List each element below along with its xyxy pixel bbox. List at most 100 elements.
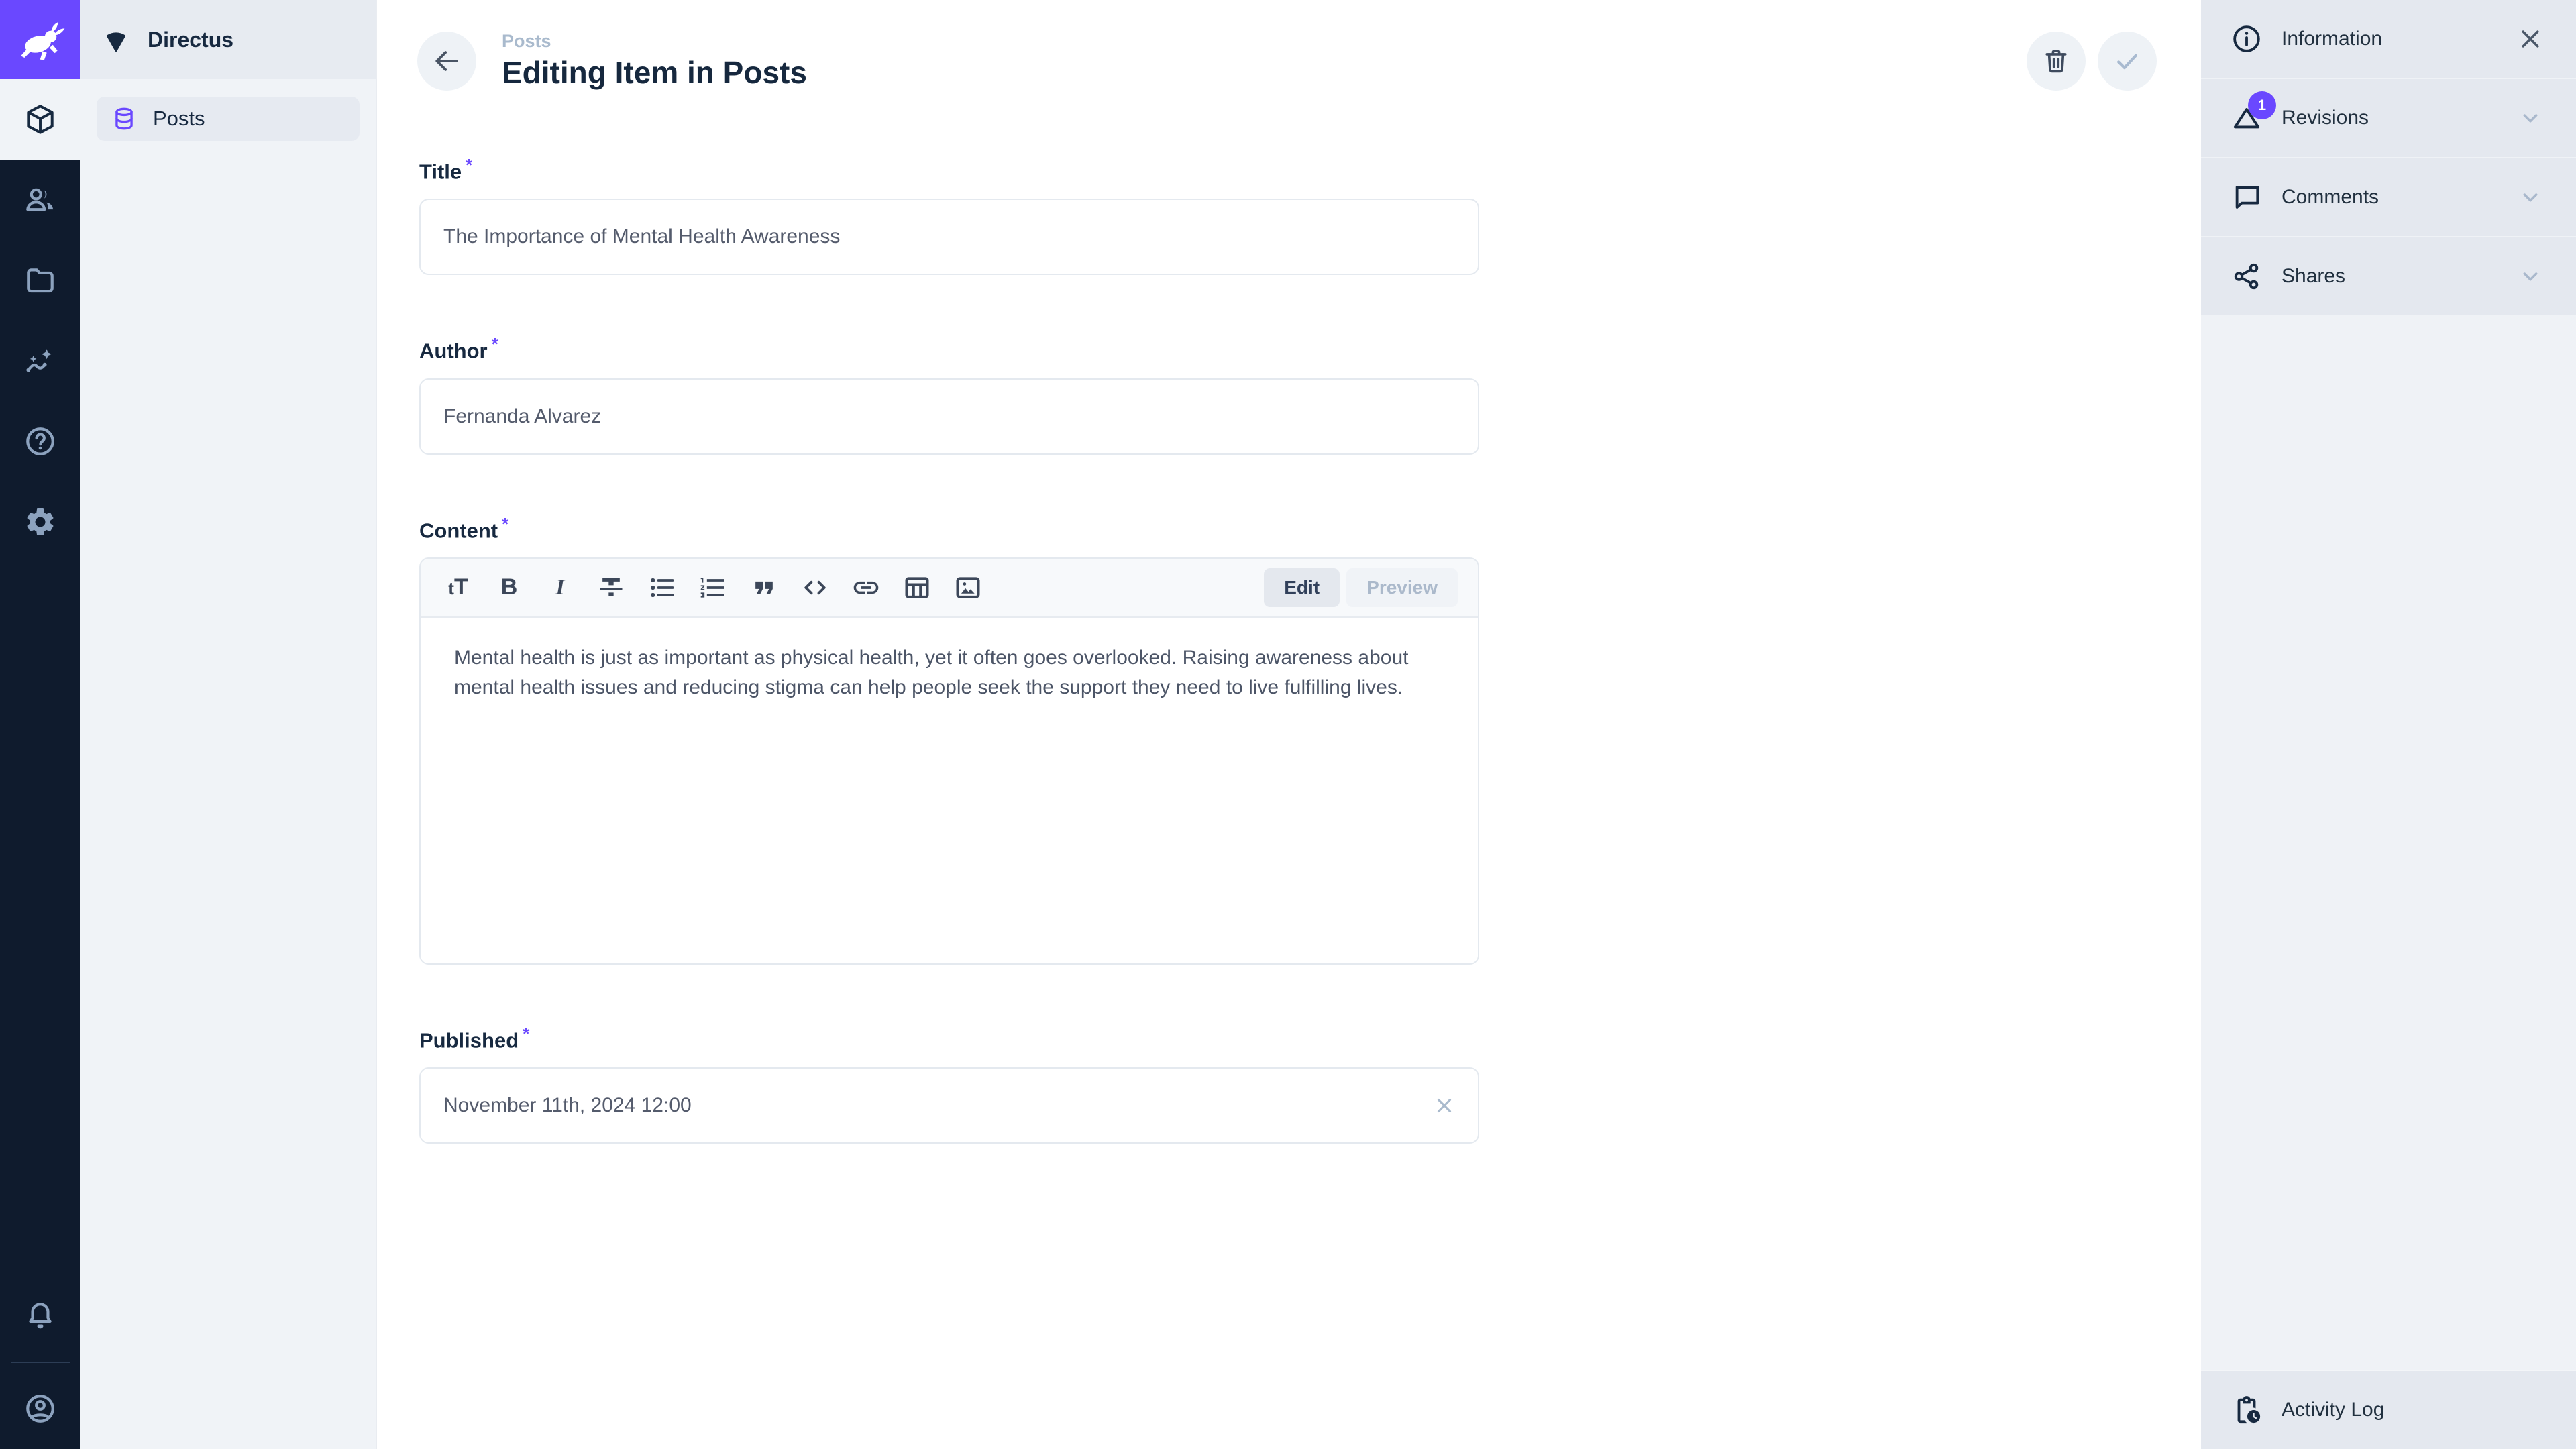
breadcrumb[interactable]: Posts xyxy=(502,31,807,52)
sidebar-section-label: Information xyxy=(2282,28,2382,50)
chevron-down-icon xyxy=(2518,184,2543,210)
module-files-button[interactable] xyxy=(0,240,80,321)
nav-item-label: Posts xyxy=(153,107,205,131)
link-icon xyxy=(851,573,881,602)
sidebar-section-label: Comments xyxy=(2282,186,2379,209)
module-docs-button[interactable] xyxy=(0,401,80,482)
notifications-button[interactable] xyxy=(0,1276,80,1356)
activity-log-label: Activity Log xyxy=(2282,1399,2384,1421)
heading-icon: tT xyxy=(448,574,468,600)
sidebar-section-label: Revisions xyxy=(2282,107,2369,129)
tab-edit[interactable]: Edit xyxy=(1264,568,1340,607)
sidebar-section-revisions[interactable]: 1 Revisions xyxy=(2201,79,2576,158)
module-bar-divider xyxy=(11,1362,70,1363)
comment-icon xyxy=(2229,180,2264,215)
sidebar-section-information[interactable]: Information xyxy=(2201,0,2576,79)
clear-date-button[interactable] xyxy=(1426,1087,1463,1124)
expand-comments-button[interactable] xyxy=(2513,180,2548,215)
numbered-list-button[interactable] xyxy=(688,566,739,609)
module-settings-button[interactable] xyxy=(0,482,80,562)
gear-icon xyxy=(23,505,57,539)
module-bar xyxy=(0,0,80,1449)
project-header[interactable]: Directus xyxy=(80,0,376,79)
editor-tabs: Edit Preview xyxy=(1264,568,1458,607)
revisions-icon: 1 xyxy=(2229,101,2264,136)
account-icon xyxy=(23,1392,57,1426)
bold-button[interactable]: B xyxy=(484,566,535,609)
strikethrough-button[interactable] xyxy=(586,566,637,609)
module-users-button[interactable] xyxy=(0,160,80,240)
box-icon xyxy=(23,103,57,136)
bullet-list-button[interactable] xyxy=(637,566,688,609)
close-icon xyxy=(1433,1094,1456,1117)
right-sidebar: Information 1 Revisions xyxy=(2201,0,2576,1449)
rabbit-logo-icon xyxy=(15,15,65,64)
field-published: Published* xyxy=(419,1024,1479,1144)
sidebar-section-shares[interactable]: Shares xyxy=(2201,237,2576,317)
delete-item-button[interactable] xyxy=(2027,32,2086,91)
title-input[interactable] xyxy=(419,199,1479,275)
published-input[interactable] xyxy=(419,1067,1479,1144)
module-insights-button[interactable] xyxy=(0,321,80,401)
image-button[interactable] xyxy=(943,566,994,609)
collection-nav: Directus Posts xyxy=(80,0,377,1449)
directus-logo[interactable] xyxy=(0,0,80,79)
tab-preview[interactable]: Preview xyxy=(1346,568,1458,607)
bold-icon: B xyxy=(501,574,518,600)
image-icon xyxy=(953,573,983,602)
expand-shares-button[interactable] xyxy=(2513,259,2548,294)
activity-log-icon xyxy=(2229,1393,2264,1428)
blockquote-button[interactable] xyxy=(739,566,790,609)
expand-revisions-button[interactable] xyxy=(2513,101,2548,136)
project-name: Directus xyxy=(148,28,233,52)
numbered-list-icon xyxy=(698,573,728,602)
required-marker: * xyxy=(502,514,508,534)
trash-icon xyxy=(2041,46,2071,76)
italic-button[interactable]: I xyxy=(535,566,586,609)
users-icon xyxy=(23,183,57,217)
info-icon xyxy=(2229,21,2264,56)
revisions-count-badge: 1 xyxy=(2248,91,2276,119)
folder-icon xyxy=(23,264,57,297)
field-label: Title* xyxy=(419,155,1479,184)
sidebar-section-comments[interactable]: Comments xyxy=(2201,158,2576,237)
editor-toolbar: tT B I xyxy=(421,559,1478,618)
required-marker: * xyxy=(523,1024,529,1044)
content-textarea[interactable]: Mental health is just as important as ph… xyxy=(421,618,1478,963)
field-author: Author* xyxy=(419,334,1479,454)
field-label: Published* xyxy=(419,1024,1479,1053)
sidebar-section-label: Shares xyxy=(2282,265,2345,288)
field-title: Title* xyxy=(419,155,1479,275)
sidebar-spacer xyxy=(2201,317,2576,1370)
close-icon xyxy=(2517,25,2544,52)
chevron-down-icon xyxy=(2518,105,2543,131)
code-icon xyxy=(800,573,830,602)
code-button[interactable] xyxy=(790,566,841,609)
check-icon xyxy=(2112,46,2142,76)
back-button[interactable] xyxy=(417,32,476,91)
close-sidebar-button[interactable] xyxy=(2513,21,2548,56)
save-button[interactable] xyxy=(2098,32,2157,91)
heading-button[interactable]: tT xyxy=(433,566,484,609)
bullet-list-icon xyxy=(647,573,677,602)
bell-icon xyxy=(23,1299,57,1333)
required-marker: * xyxy=(466,155,472,175)
required-marker: * xyxy=(492,334,498,354)
field-label: Content* xyxy=(419,514,1479,543)
table-button[interactable] xyxy=(892,566,943,609)
database-icon xyxy=(111,106,137,131)
item-form: Title* Author* Content* tT B I xyxy=(419,155,1479,1144)
project-icon xyxy=(102,25,130,54)
arrow-left-icon xyxy=(432,46,462,76)
markdown-editor: tT B I xyxy=(419,557,1479,965)
link-button[interactable] xyxy=(841,566,892,609)
quote-icon xyxy=(749,573,779,602)
nav-item-posts[interactable]: Posts xyxy=(97,97,360,141)
account-button[interactable] xyxy=(0,1368,80,1449)
page-header: Posts Editing Item in Posts xyxy=(417,31,2157,91)
insights-icon xyxy=(23,344,57,378)
main-content: Posts Editing Item in Posts xyxy=(377,0,2201,1449)
activity-log-button[interactable]: Activity Log xyxy=(2201,1370,2576,1449)
author-input[interactable] xyxy=(419,378,1479,455)
module-content-button[interactable] xyxy=(0,79,80,160)
